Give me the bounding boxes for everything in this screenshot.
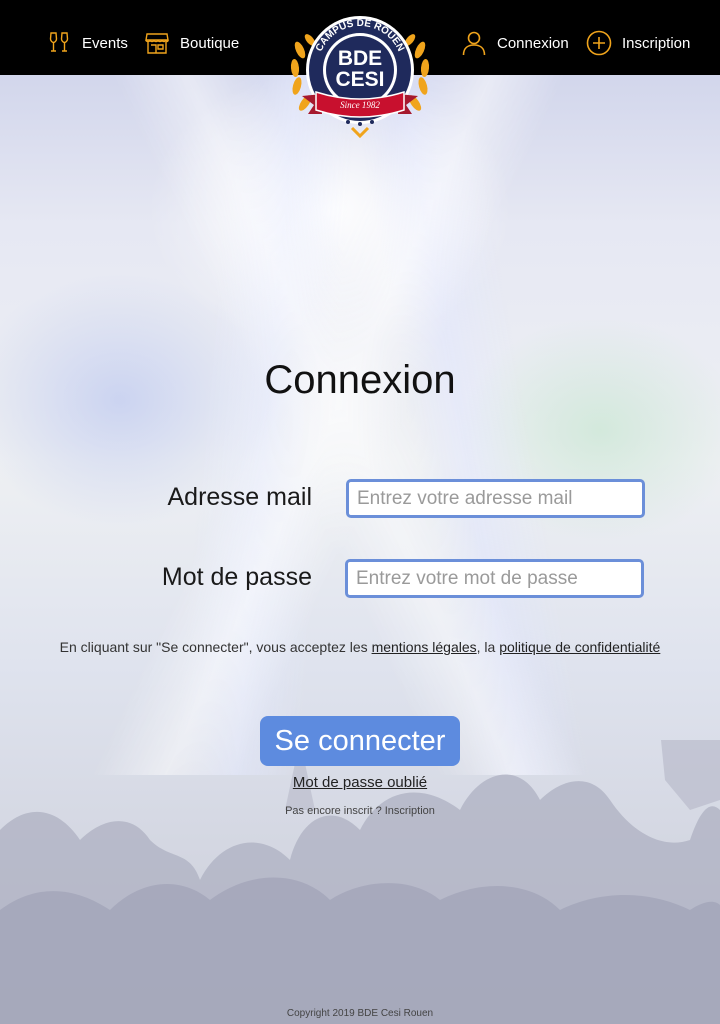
nav-connexion-label: Connexion — [497, 34, 569, 52]
legal-prefix: En cliquant sur "Se connecter", vous acc… — [59, 639, 372, 655]
nav-inscription-label: Inscription — [622, 34, 691, 52]
nav-boutique-label: Boutique — [180, 34, 240, 52]
nav-connexion-link[interactable]: Connexion — [461, 27, 569, 59]
password-field[interactable] — [345, 559, 644, 598]
nav-boutique-link[interactable]: Boutique — [144, 27, 239, 59]
nav-events-link[interactable]: Events — [46, 27, 128, 59]
logo-ribbon-text: Since 1982 — [340, 100, 380, 110]
footer-copyright: Copyright 2019 BDE Cesi Rouen — [286, 1008, 434, 1019]
login-button[interactable]: Se connecter — [260, 716, 460, 766]
logo-cesi-text: CESI — [335, 68, 384, 91]
email-label: Adresse mail — [167, 483, 313, 511]
stage-light-rays — [0, 75, 720, 775]
nav-inscription-link[interactable]: Inscription — [586, 27, 690, 59]
champagne-glasses-icon — [49, 32, 69, 52]
logo-bde-text: BDE — [338, 47, 382, 70]
shop-icon — [145, 33, 169, 54]
legal-separator: , la — [476, 639, 500, 655]
signup-prompt[interactable]: Pas encore inscrit ? Inscription — [0, 805, 720, 817]
plus-circle-icon — [586, 30, 612, 56]
bde-cesi-logo[interactable]: CAMPUS DE ROUEN BDE CESI Since 1982 — [286, 10, 434, 138]
page-title: Connexion — [264, 358, 456, 402]
nav-events-label: Events — [82, 34, 128, 52]
user-icon — [462, 31, 486, 56]
forgot-password-link[interactable]: Mot de passe oublié — [0, 774, 720, 791]
email-field[interactable] — [346, 479, 645, 518]
legal-mentions-link[interactable]: mentions légales — [372, 639, 477, 655]
privacy-policy-link[interactable]: politique de confidentialité — [499, 639, 660, 655]
legal-notice: En cliquant sur "Se connecter", vous acc… — [0, 639, 720, 655]
password-label: Mot de passe — [161, 563, 312, 591]
